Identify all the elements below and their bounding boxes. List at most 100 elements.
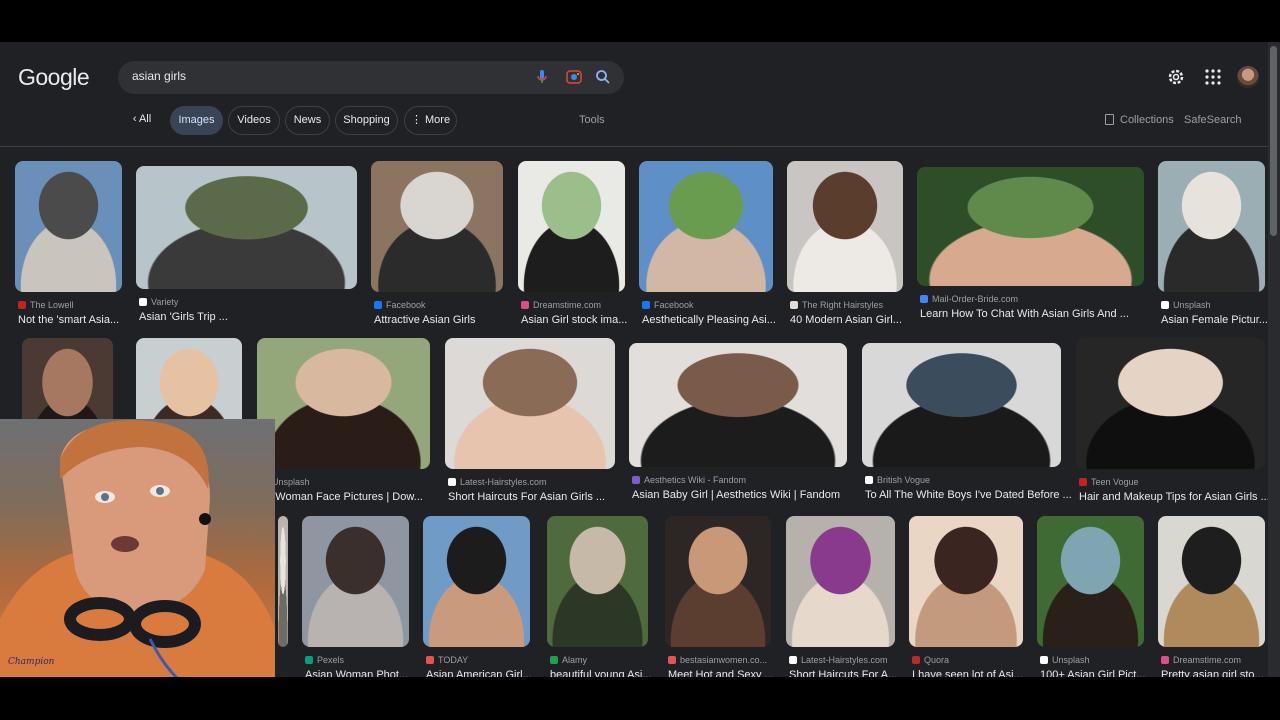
tab-all[interactable]: ‹ All [120,106,164,135]
settings-gear-icon[interactable] [1166,67,1186,87]
result-source[interactable]: Facebook [374,300,516,310]
result-source-label: Dreamstime.com [1173,655,1242,665]
result-title[interactable]: Asian Girl stock ima... [521,314,640,326]
collections-link[interactable]: Collections [1105,114,1174,126]
result-source[interactable]: Latest-Hairstyles.com [448,477,628,487]
source-favicon-icon [550,656,558,664]
result-title[interactable]: an Woman Face Pictures | Dow... [260,491,445,503]
source-favicon-icon [920,295,928,303]
result-title[interactable]: Short Haircuts For A... [789,669,910,677]
result-thumbnail[interactable] [423,516,530,647]
result-thumbnail[interactable] [917,167,1144,286]
result-title[interactable]: Pretty asian girl sto... [1161,669,1280,677]
page-scrollbar[interactable] [1268,42,1280,677]
result-title[interactable]: Hair and Makeup Tips for Asian Girls ... [1079,491,1280,503]
result-title[interactable]: Asian American Girl... [426,669,545,677]
result-title[interactable]: Aesthetically Pleasing Asi... [642,314,788,326]
result-source[interactable]: Teen Vogue [1079,477,1278,487]
account-avatar[interactable] [1237,66,1259,88]
result-title[interactable]: 40 Modern Asian Girl... [790,314,918,326]
result-title[interactable]: I have seen lot of Asi... [912,669,1038,677]
result-thumbnail[interactable] [909,516,1023,647]
result-source[interactable]: Dreamstime.com [1161,655,1278,665]
result-source[interactable]: Aesthetics Wiki - Fandom [632,475,860,485]
result-title[interactable]: Asian Woman Phot... [305,669,424,677]
result-thumbnail[interactable] [1158,161,1265,292]
microphone-icon[interactable] [533,68,551,86]
source-favicon-icon [865,476,873,484]
result-thumbnail[interactable] [1158,516,1265,647]
result-source-label: Unsplash [272,477,310,487]
source-favicon-icon [1079,478,1087,486]
result-thumbnail[interactable] [639,161,773,292]
google-logo[interactable]: Google [18,64,90,91]
result-source[interactable]: Unsplash [1040,655,1157,665]
result-title[interactable]: Attractive Asian Girls [374,314,518,326]
result-title[interactable]: 100+ Asian Girl Pict... [1040,669,1159,677]
result-thumbnail[interactable] [445,338,615,469]
result-thumbnail[interactable] [862,343,1061,467]
result-thumbnail[interactable] [786,516,895,647]
result-title[interactable]: Learn How To Chat With Asian Girls And .… [920,308,1159,320]
result-thumbnail[interactable] [787,161,903,292]
scrollbar-thumb[interactable] [1270,46,1277,236]
result-title[interactable]: Meet Hot and Sexy ... [668,669,786,677]
tab-more[interactable]: ⋮ More [404,106,457,135]
result-thumbnail[interactable] [302,516,409,647]
result-source-label: The Right Hairstyles [802,300,884,310]
result-thumbnail[interactable] [136,166,357,289]
result-source-label: Teen Vogue [1091,477,1139,487]
result-source[interactable]: Unsplash [260,477,443,487]
result-source-label: Unsplash [1052,655,1090,665]
result-source[interactable]: Quora [912,655,1036,665]
result-thumbnail[interactable] [665,516,771,647]
result-title[interactable]: Asian 'Girls Trip ... [139,311,372,323]
search-icon[interactable] [594,68,612,86]
apps-grid-icon[interactable] [1203,67,1223,87]
more-vert-icon: ⋮ [410,114,425,126]
result-title[interactable]: Asian Female Pictur... [1161,314,1280,326]
result-thumbnail[interactable] [518,161,625,292]
source-favicon-icon [1161,656,1169,664]
header-divider [0,146,1268,147]
result-source[interactable]: Alamy [550,655,661,665]
result-source[interactable]: Unsplash [1161,300,1278,310]
result-source[interactable]: Mail-Order-Bride.com [920,294,1157,304]
result-source[interactable]: Latest-Hairstyles.com [789,655,908,665]
result-title[interactable]: Asian Baby Girl | Aesthetics Wiki | Fand… [632,489,862,501]
tab-shopping[interactable]: Shopping [335,106,398,135]
result-title[interactable]: To All The White Boys I've Dated Before … [865,489,1076,501]
tools-button[interactable]: Tools [579,114,605,126]
tab-news[interactable]: News [285,106,330,135]
result-source[interactable]: bestasianwomen.co... [668,655,784,665]
source-favicon-icon [448,478,456,486]
source-favicon-icon [18,301,26,309]
result-source[interactable]: Facebook [642,300,786,310]
result-thumbnail[interactable] [629,343,847,467]
result-title[interactable]: Not the 'smart Asia... [18,314,137,326]
bookmark-icon [1105,114,1114,125]
result-thumbnail[interactable] [1076,338,1265,469]
result-title[interactable]: Short Haircuts For Asian Girls ... [448,491,630,503]
search-input[interactable]: asian girls [132,69,186,83]
result-thumbnail[interactable] [547,516,648,647]
result-thumbnail[interactable] [371,161,503,292]
result-source[interactable]: TODAY [426,655,543,665]
result-thumbnail[interactable] [15,161,122,292]
result-source[interactable]: British Vogue [865,475,1074,485]
search-box[interactable]: asian girls [118,61,624,94]
tab-images[interactable]: Images [170,106,223,135]
result-thumbnail[interactable] [257,338,430,469]
result-source[interactable]: The Right Hairstyles [790,300,916,310]
result-source[interactable]: Dreamstime.com [521,300,638,310]
result-thumbnail[interactable] [1037,516,1144,647]
safesearch-link[interactable]: SafeSearch [1184,114,1241,126]
result-thumbnail[interactable] [278,516,288,647]
result-source[interactable]: Pexels [305,655,422,665]
result-source[interactable]: Variety [139,297,370,307]
tab-videos[interactable]: Videos [228,106,280,135]
result-source-label: Dreamstime.com [533,300,602,310]
result-title[interactable]: beautiful young Asi... [550,669,663,677]
result-source[interactable]: The Lowell [18,300,135,310]
lens-camera-icon[interactable] [565,68,583,86]
